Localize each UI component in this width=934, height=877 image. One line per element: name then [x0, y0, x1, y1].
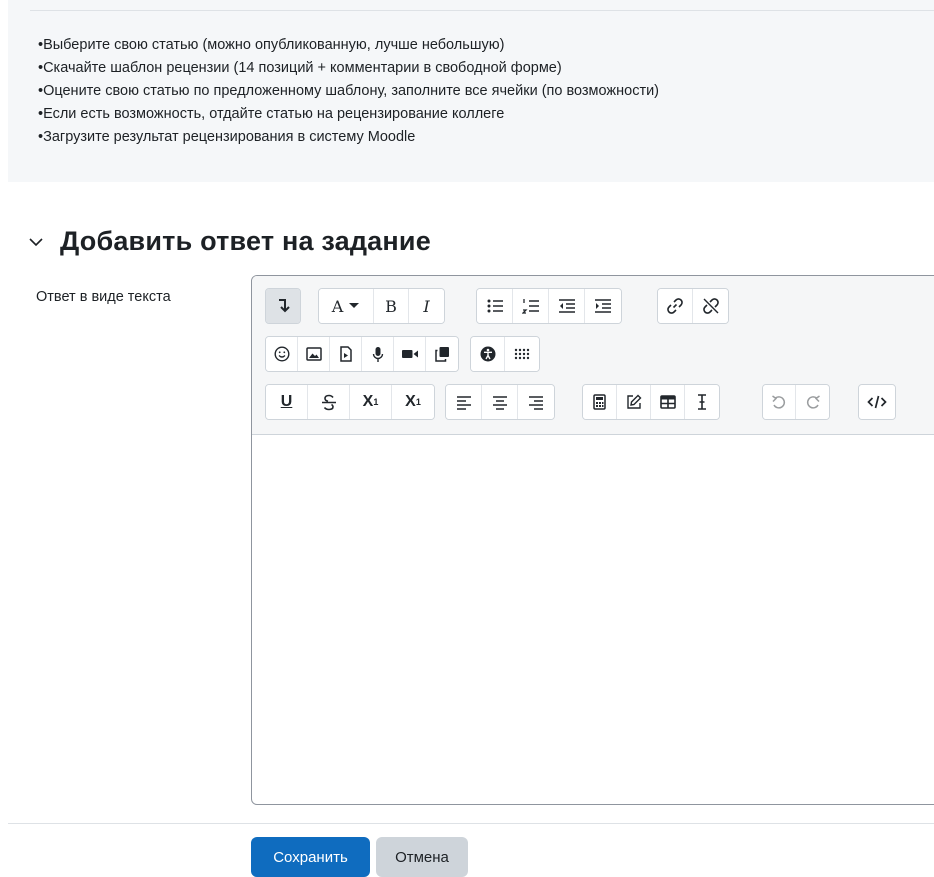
record-audio-button[interactable] [362, 337, 394, 371]
microphone-icon [372, 346, 383, 362]
clear-formatting-button[interactable] [685, 385, 719, 419]
numbered-list-icon [521, 299, 539, 314]
video-camera-icon [401, 350, 418, 358]
instructions-box: •Выберите свою статью (можно опубликован… [8, 0, 934, 182]
redo-icon [806, 395, 820, 409]
editor-content-area[interactable] [252, 435, 934, 804]
indent-icon [595, 299, 611, 313]
align-left-icon [456, 395, 471, 410]
instructions-list: •Выберите свою статью (можно опубликован… [38, 34, 659, 149]
image-icon [305, 347, 322, 361]
link-button[interactable] [658, 289, 693, 323]
toolbar-group-accessibility [470, 336, 540, 372]
toolbar-toggle-button[interactable] [266, 289, 300, 323]
toolbar-group-toggle [265, 288, 301, 324]
arrow-down-toggle-icon [279, 299, 290, 313]
link-icon [667, 298, 683, 314]
superscript-label: X [405, 393, 416, 410]
emoji-button[interactable] [266, 337, 298, 371]
undo-icon [772, 395, 786, 409]
subscript-label: X [362, 393, 374, 410]
instruction-item: •Если есть возможность, отдайте статью н… [38, 106, 505, 122]
edit-button[interactable] [617, 385, 651, 419]
strikethrough-icon [321, 394, 336, 410]
toolbar-group-lists [476, 288, 622, 324]
html-source-button[interactable] [859, 385, 895, 419]
toolbar-group-media [265, 336, 459, 372]
field-label: Ответ в виде текста [36, 289, 171, 305]
unlink-icon [702, 298, 719, 314]
unlink-button[interactable] [693, 289, 728, 323]
grid-dots-icon [514, 348, 530, 360]
italic-label: I [423, 296, 430, 316]
undo-button[interactable] [763, 385, 796, 419]
subscript-button[interactable]: X1 [350, 385, 392, 419]
instruction-item: •Выберите свою статью (можно опубликован… [38, 37, 505, 53]
accessibility-icon [480, 346, 495, 362]
instruction-item: •Скачайте шаблон рецензии (14 позиций + … [38, 60, 562, 76]
numbered-list-button[interactable] [513, 289, 549, 323]
divider [30, 10, 934, 11]
manage-files-button[interactable] [426, 337, 458, 371]
rich-text-editor[interactable]: A B I U X 1 X 1 [251, 275, 934, 805]
screenreader-helper-button[interactable] [505, 337, 539, 371]
section-title: Добавить ответ на задание [60, 226, 431, 256]
strikethrough-button[interactable] [308, 385, 350, 419]
copy-files-icon [435, 347, 449, 362]
align-right-icon [529, 395, 543, 410]
bullet-list-icon [487, 299, 503, 313]
toolbar-group-insert [582, 384, 720, 420]
record-video-button[interactable] [394, 337, 426, 371]
pencil-square-icon [626, 394, 641, 409]
align-left-button[interactable] [446, 385, 482, 419]
smiley-icon [273, 346, 290, 362]
accessibility-checker-button[interactable] [471, 337, 505, 371]
underline-label: U [280, 393, 293, 410]
underline-button[interactable]: U [266, 385, 308, 419]
bold-label: B [385, 296, 397, 316]
table-button[interactable] [651, 385, 685, 419]
toolbar-group-align [445, 384, 555, 420]
cancel-button[interactable]: Отмена [376, 837, 468, 877]
toolbar-group-html [858, 384, 896, 420]
editor-toolbar: A B I U X 1 X 1 [252, 276, 934, 435]
align-center-button[interactable] [482, 385, 518, 419]
toolbar-group-text-style: U X1 X1 [265, 384, 435, 420]
toolbar-group-history [762, 384, 830, 420]
outdent-icon [558, 299, 575, 313]
save-button[interactable]: Сохранить [251, 837, 370, 877]
table-icon [659, 395, 676, 409]
calculator-icon [593, 394, 606, 410]
font-size-button[interactable]: A [319, 289, 374, 323]
caret-down-icon [349, 303, 360, 308]
divider [8, 823, 934, 824]
image-button[interactable] [298, 337, 330, 371]
superscript-button[interactable]: X1 [392, 385, 434, 419]
bullet-list-button[interactable] [477, 289, 513, 323]
outdent-button[interactable] [549, 289, 585, 323]
align-center-icon [492, 395, 507, 410]
instruction-item: •Оцените свою статью по предложенному ша… [38, 83, 660, 99]
redo-button[interactable] [796, 385, 829, 419]
toolbar-group-links [657, 288, 729, 324]
text-cursor-icon [698, 394, 706, 410]
section-header[interactable]: Добавить ответ на задание [26, 226, 431, 257]
align-right-button[interactable] [518, 385, 554, 419]
code-icon [867, 395, 887, 409]
toolbar-group-font: A B I [318, 288, 445, 324]
bold-button[interactable]: B [374, 289, 409, 323]
equation-button[interactable] [583, 385, 617, 419]
font-size-label: A [331, 296, 344, 316]
media-button[interactable] [330, 337, 362, 371]
indent-button[interactable] [585, 289, 621, 323]
italic-button[interactable]: I [409, 289, 444, 323]
instruction-item: •Загрузите результат рецензирования в си… [38, 129, 416, 145]
chevron-down-icon[interactable] [26, 232, 46, 252]
file-media-icon [339, 346, 352, 362]
